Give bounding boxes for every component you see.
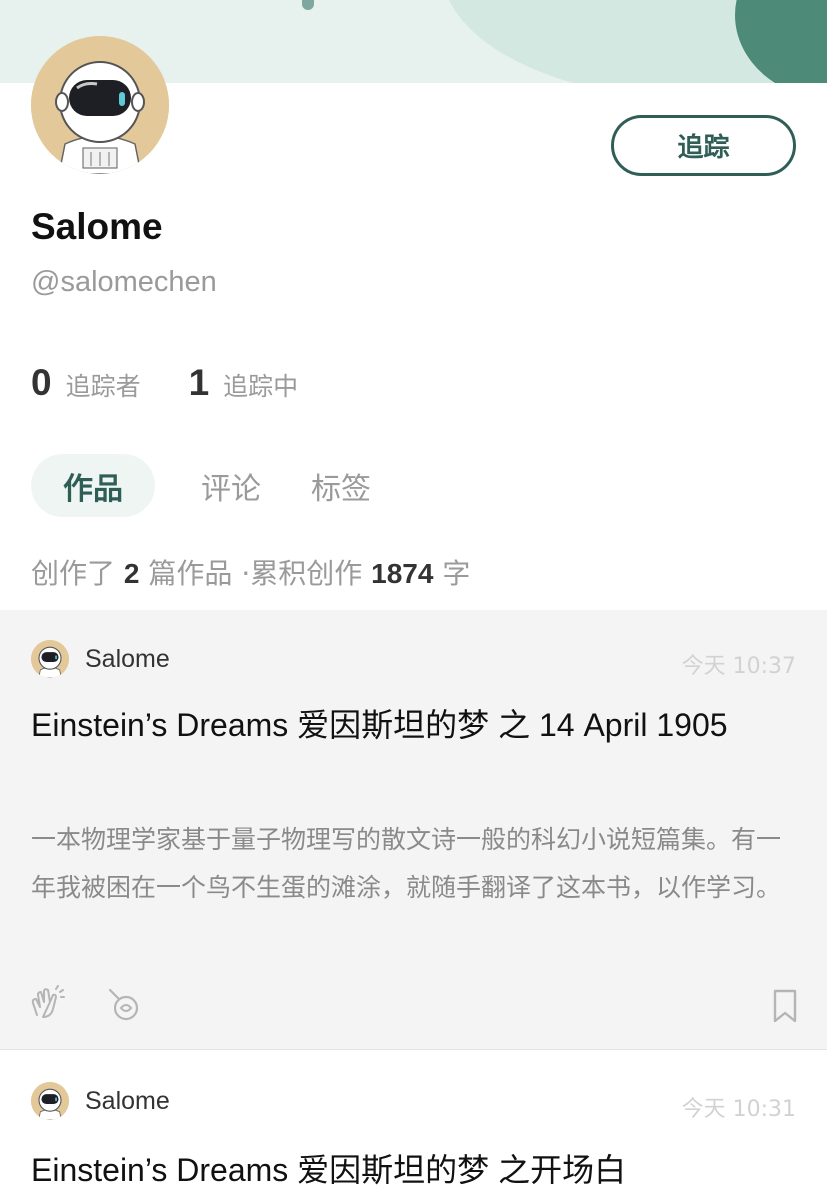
clap-icon[interactable] bbox=[29, 985, 65, 1021]
follow-stats: 0 追踪者 1 追踪中 bbox=[31, 362, 298, 404]
astronaut-avatar-icon bbox=[31, 640, 69, 678]
post-excerpt: 一本物理学家基于量子物理写的散文诗一般的科幻小说短篇集。有一年我被困在一个鸟不生… bbox=[31, 825, 782, 902]
chars-unit: 字 bbox=[442, 557, 471, 590]
post-time: 今天 10:37 bbox=[681, 654, 796, 679]
profile-handle: @salomechen bbox=[31, 266, 217, 298]
followers-label[interactable]: 追踪者 bbox=[66, 367, 141, 403]
works-summary: 创作了 2 篇作品 ·累积创作 1874 字 bbox=[31, 552, 470, 592]
following-label[interactable]: 追踪中 bbox=[223, 367, 298, 403]
tab-comments[interactable]: 评论 bbox=[201, 454, 261, 517]
post-title[interactable]: Einstein’s Dreams 爱因斯坦的梦 之 14 April 1905 bbox=[31, 702, 791, 748]
astronaut-avatar-icon bbox=[31, 1082, 69, 1120]
post-title[interactable]: Einstein’s Dreams 爱因斯坦的梦 之开场白 bbox=[31, 1147, 791, 1193]
author-avatar bbox=[31, 1082, 69, 1120]
post-author[interactable]: Salome bbox=[85, 645, 170, 674]
comment-icon[interactable] bbox=[106, 986, 142, 1022]
astronaut-avatar-icon bbox=[31, 36, 169, 174]
tab-works[interactable]: 作品 bbox=[31, 454, 155, 517]
post-card[interactable]: Salome 今天 10:31 Einstein’s Dreams 爱因斯坦的梦… bbox=[0, 1051, 827, 1200]
profile-avatar[interactable] bbox=[31, 36, 169, 174]
followers-count[interactable]: 0 bbox=[31, 362, 52, 404]
total-label: 累积创作 bbox=[250, 557, 363, 590]
chars-count: 1874 bbox=[371, 558, 434, 589]
author-avatar bbox=[31, 640, 69, 678]
banner-dot bbox=[302, 0, 314, 10]
post-author[interactable]: Salome bbox=[85, 1087, 170, 1116]
bookmark-icon[interactable] bbox=[767, 988, 803, 1024]
post-card[interactable]: Salome 今天 10:37 Einstein’s Dreams 爱因斯坦的梦… bbox=[0, 610, 827, 1050]
summary-prefix: 创作了 bbox=[31, 557, 116, 590]
profile-tabs: 作品 评论 标签 bbox=[31, 454, 371, 517]
works-unit: 篇作品 bbox=[148, 557, 233, 590]
summary-separator: · bbox=[241, 557, 251, 590]
works-count: 2 bbox=[123, 558, 140, 589]
following-count[interactable]: 1 bbox=[189, 362, 210, 404]
tab-tags[interactable]: 标签 bbox=[311, 454, 371, 517]
post-time: 今天 10:31 bbox=[681, 1097, 796, 1122]
follow-button[interactable]: 追踪 bbox=[611, 115, 796, 176]
profile-name: Salome bbox=[31, 206, 163, 247]
